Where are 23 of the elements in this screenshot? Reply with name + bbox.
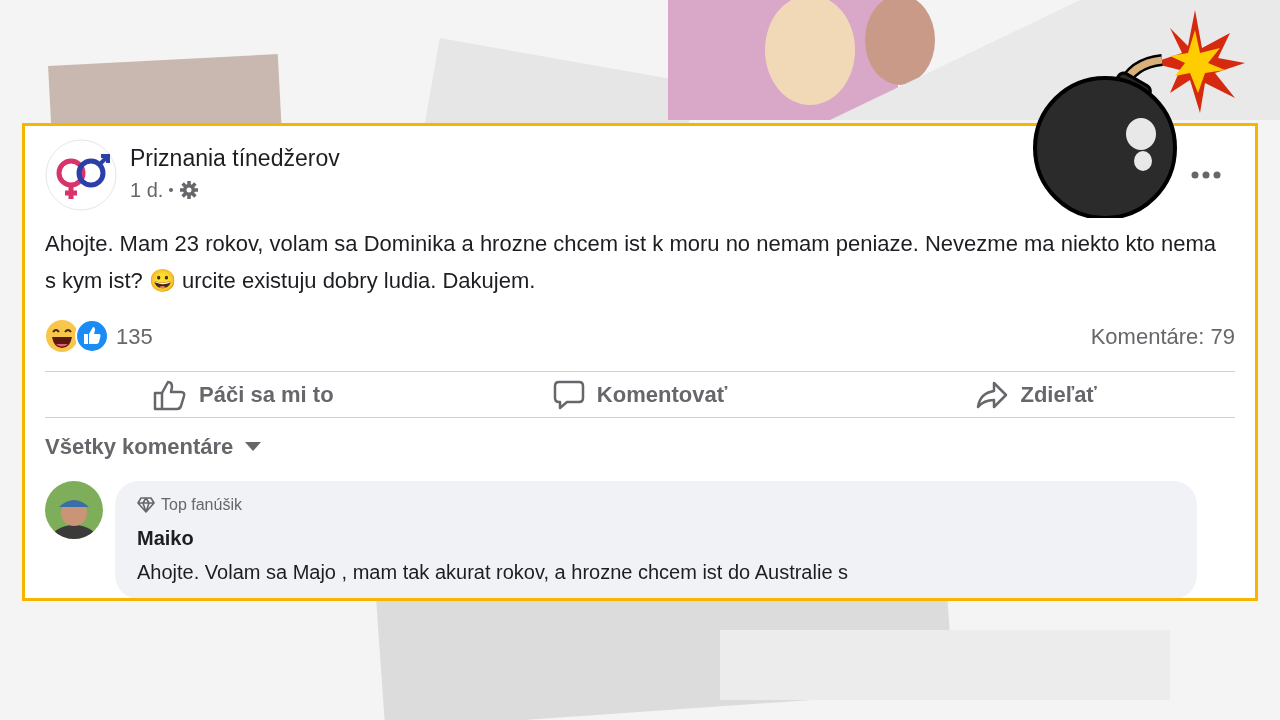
post-time[interactable]: 1 d. [130,175,164,205]
speech-bubble-icon [552,379,585,410]
comment-filter[interactable]: Všetky komentáre [45,430,234,463]
comment-text: Ahojte. Volam sa Majo , mam tak akurat rokov, a hrozne chcem ist do Australie s [137,560,850,585]
caret-icon[interactable] [245,442,262,451]
comment-button[interactable]: Komentovať [546,372,734,417]
page-name[interactable]: Priznania tínedžerov [130,143,340,173]
like-button[interactable]: Páči sa mi to [147,372,340,417]
like-reaction-icon [75,319,109,353]
share-arrow-icon [976,380,1009,409]
comment-author[interactable]: Maiko [137,523,1175,553]
share-button[interactable]: Zdieľať [970,372,1103,417]
diamond-icon [137,497,155,513]
page-avatar [45,139,117,211]
post-text: Ahojte. Mam 23 rokov, volam sa Dominika a hrozne chcem ist k moru no nemam peniaze. Nevezme ma niekto kto nema s kym ist? 😀 urcite existuju dobry ludia. Dakujem. [45,230,1217,295]
haha-reaction-icon [45,319,79,353]
more-options-icon[interactable] [1191,171,1221,179]
comment-count[interactable]: Komentáre: 79 [1090,319,1235,353]
avatar[interactable] [45,481,103,539]
fan-label: Top fanúšik [161,495,242,515]
reaction-count[interactable]: 135 [116,319,153,353]
thumbs-up-icon [153,378,188,411]
settings-icon [179,180,200,200]
